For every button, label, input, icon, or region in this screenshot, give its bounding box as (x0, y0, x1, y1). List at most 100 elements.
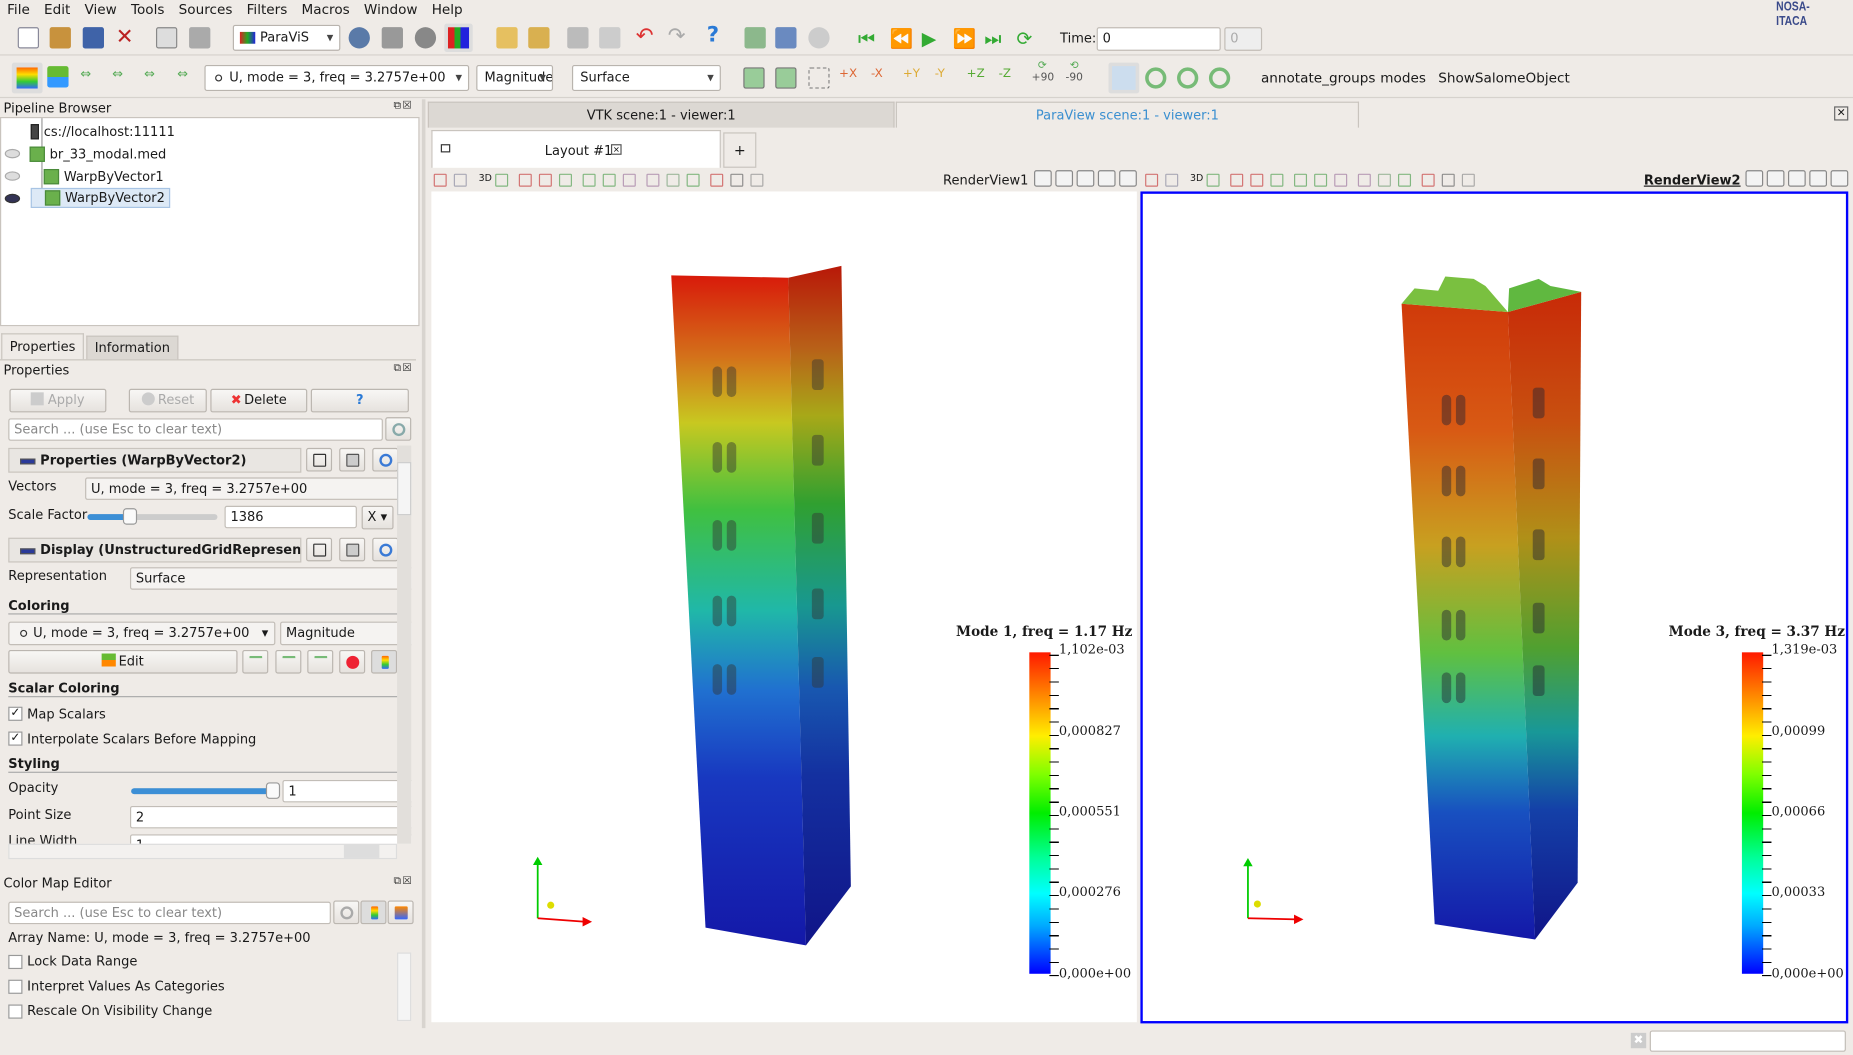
view-plus-y-icon[interactable]: +Y (903, 67, 924, 88)
menu-help[interactable]: Help (425, 0, 470, 20)
rotate-minus-90-icon[interactable]: ⟲ -90 (1064, 60, 1085, 84)
view-tool-icon[interactable] (1377, 173, 1391, 187)
change-input-icon[interactable] (744, 27, 766, 49)
nosa-icon[interactable] (414, 27, 437, 49)
reset-center-icon[interactable] (1177, 67, 1199, 89)
view-tool-icon[interactable] (1421, 173, 1435, 187)
choose-preset-button[interactable] (339, 649, 366, 674)
color-array-combo[interactable]: U, mode = 3, freq = 3.2757e+00 (204, 64, 470, 91)
show-center-icon[interactable] (1145, 67, 1167, 89)
status-input[interactable] (1649, 1030, 1846, 1052)
redo-icon[interactable]: ↷ (668, 25, 689, 47)
advanced-settings-button[interactable] (385, 417, 412, 441)
view-tool-icon[interactable] (495, 173, 509, 187)
view-tool-icon[interactable] (730, 173, 744, 187)
edit-colormap-icon[interactable] (47, 66, 69, 88)
reset-defaults-button[interactable] (372, 447, 399, 472)
view-tool-icon[interactable] (666, 173, 680, 187)
point-size-input[interactable]: 2 (129, 805, 412, 829)
component-combo[interactable]: Magnitude (476, 64, 554, 91)
menu-macros[interactable]: Macros (294, 0, 356, 20)
split-horizontal-icon[interactable] (1034, 170, 1052, 187)
view-minus-y-icon[interactable]: -Y (935, 67, 956, 88)
render-view-2-active[interactable]: Mode 3, freq = 3.37 Hz 1,319e-03 0,00099… (1140, 191, 1849, 1024)
view-tool-icon[interactable] (1250, 173, 1264, 187)
view-tool-icon[interactable] (1314, 173, 1328, 187)
colormap-legend-button[interactable] (360, 900, 387, 925)
render-view-1[interactable]: Mode 1, freq = 1.17 Hz 1,102e-03 0,00082… (431, 191, 1137, 1023)
view-tool-icon[interactable] (582, 173, 596, 187)
rotate-plus-90-icon[interactable]: ⟳ +90 (1032, 60, 1054, 84)
rescale-custom-button[interactable] (275, 649, 302, 674)
colormap-search-input[interactable]: Search ... (use Esc to clear text) (8, 901, 331, 925)
help-button[interactable]: ? (310, 388, 409, 413)
open-folder-icon[interactable] (49, 27, 71, 49)
macro-annotate-groups[interactable]: annotate_groups (1261, 70, 1376, 87)
save-state-icon[interactable] (567, 27, 589, 49)
interpret-categories-checkbox[interactable] (8, 979, 23, 994)
lock-data-range-checkbox[interactable] (8, 954, 23, 970)
view-tool-icon[interactable] (622, 173, 636, 187)
properties-vertical-scrollbar[interactable] (397, 445, 412, 844)
time-step-spinbox[interactable]: 0 (1224, 27, 1263, 51)
view-tool-icon[interactable] (750, 173, 764, 187)
disconnect-icon[interactable] (381, 27, 403, 49)
macro-modes[interactable]: modes (1380, 70, 1426, 87)
close-view-icon[interactable] (1119, 170, 1137, 187)
view-tool-icon[interactable] (1145, 173, 1159, 187)
next-frame-icon[interactable]: ⏩ (952, 27, 976, 49)
color-array-combo[interactable]: U, mode = 3, freq = 3.2757e+00 ▾ (8, 621, 276, 646)
connect-icon[interactable] (348, 27, 370, 49)
view-tool-icon[interactable] (602, 173, 616, 187)
delete-state-icon[interactable] (599, 27, 621, 49)
eye-icon[interactable] (4, 193, 21, 204)
dock-float-close-icons[interactable]: ⧉☒ (394, 363, 420, 376)
rescale-temporal-button[interactable] (307, 649, 334, 674)
view-tool-icon[interactable] (433, 173, 447, 187)
vectors-combo[interactable]: U, mode = 3, freq = 3.2757e+00 (85, 477, 412, 500)
colormap-edit-legend-button[interactable] (387, 900, 414, 925)
pipeline-item[interactable]: cs://localhost:11111 (30, 122, 175, 141)
undo-icon[interactable]: ↶ (636, 25, 657, 47)
float-view-icon[interactable] (1809, 170, 1828, 187)
split-vertical-icon[interactable] (1766, 170, 1785, 187)
opacity-input[interactable]: 1 (282, 779, 412, 803)
menu-filters[interactable]: Filters (240, 0, 295, 20)
view-tool-icon[interactable] (558, 173, 572, 187)
pipeline-item-selected[interactable]: WarpByVector2 (30, 187, 170, 208)
pick-center-icon[interactable] (775, 27, 797, 49)
module-combo[interactable]: ParaViS (232, 24, 341, 51)
dock-float-close-icons[interactable]: ⧉☒ (394, 100, 420, 113)
view-tool-icon[interactable] (538, 173, 552, 187)
menu-tools[interactable]: Tools (124, 0, 172, 20)
menu-view[interactable]: View (77, 0, 123, 20)
view-tool-icon[interactable] (1206, 173, 1220, 187)
maximize-icon[interactable] (1788, 170, 1806, 187)
scale-factor-slider[interactable] (87, 508, 218, 525)
view-tool-icon[interactable] (1334, 173, 1348, 187)
previous-frame-icon[interactable]: ⏪ (890, 27, 914, 49)
color-legend-toggle-icon[interactable] (11, 62, 43, 94)
eye-icon[interactable] (4, 148, 21, 159)
view-tool-icon[interactable] (1230, 173, 1244, 187)
view-tool-icon[interactable] (1357, 173, 1371, 187)
last-frame-icon[interactable]: ⏭ (984, 27, 1005, 49)
view-tool-icon[interactable] (453, 173, 467, 187)
view-plus-z-icon[interactable]: +Z (967, 67, 988, 88)
camera-icon[interactable] (808, 27, 830, 49)
rescale-custom-icon[interactable]: ⇔ (112, 66, 133, 87)
view1-title[interactable]: RenderView1 (943, 173, 1028, 188)
paraview-icon[interactable] (444, 23, 473, 52)
view-tool-icon[interactable] (1270, 173, 1284, 187)
layout-tab[interactable]: Layout #1 ✕ (431, 129, 721, 168)
copy-icon[interactable] (155, 27, 178, 49)
play-icon[interactable]: ▶ (922, 27, 943, 49)
view-tool-icon[interactable] (646, 173, 660, 187)
open-data-icon[interactable] (496, 27, 518, 49)
edit-colormap-button[interactable]: Edit (8, 649, 238, 674)
splitter[interactable] (421, 99, 426, 1029)
rescale-visibility-checkbox[interactable] (8, 1004, 23, 1019)
view-plus-x-icon[interactable]: +X (839, 67, 860, 88)
view-tool-icon[interactable] (518, 173, 532, 187)
zoom-to-data-icon[interactable] (775, 67, 797, 89)
